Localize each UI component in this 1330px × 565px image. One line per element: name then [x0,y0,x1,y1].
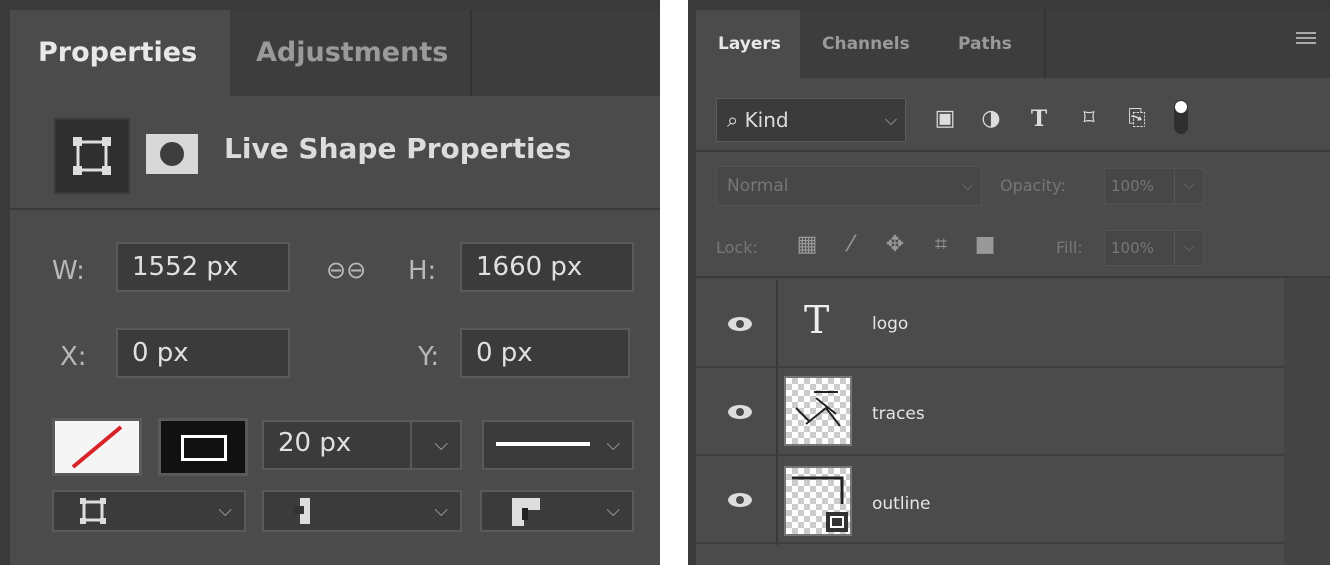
stroke-width-value: 20 px [278,428,352,458]
layer-name: outline [872,494,931,514]
cap-type-dropdown[interactable]: ⌵ [262,490,462,532]
chevron-down-icon: ⌵ [434,500,448,521]
live-shape-icon-button[interactable] [54,118,130,194]
chevron-down-icon: ⌵ [606,434,620,455]
tab-separator [1044,10,1046,78]
y-field[interactable]: 0 px [460,328,630,378]
y-label: Y: [418,342,440,372]
cap-type-icon [294,498,310,524]
tab-channels[interactable]: Channels [822,10,910,78]
opacity-field[interactable]: 100% ⌵ [1104,168,1204,204]
shape-transform-icon [73,137,111,175]
column-separator [776,280,778,545]
visibility-eye-icon[interactable] [726,316,754,332]
traces-thumbnail-icon [795,391,841,427]
layer-thumbnail [784,466,852,536]
adjustment-layer-filter-icon[interactable]: ◑ [978,106,1004,132]
panel-menu-icon[interactable] [1296,32,1316,46]
layers-tab-bar: Layers Channels Paths [696,0,1330,78]
tab-layers[interactable]: Layers [696,10,800,78]
tab-adjustments[interactable]: Adjustments [256,10,448,96]
properties-panel: Properties Adjustments Live Shape Proper… [0,0,660,565]
chevron-down-icon: ⌵ [1174,169,1203,203]
layer-thumbnail [784,376,852,446]
divider [696,150,1330,152]
stroke-width-dropdown[interactable]: 20 px ⌵ [262,420,462,470]
layer-name: logo [872,314,909,334]
solid-line-icon [496,442,590,446]
lock-image-pixels-icon[interactable]: ⁄ [838,232,864,258]
chevron-down-icon: ⌵ [1174,231,1203,265]
layers-scrollbar[interactable] [1284,278,1330,565]
fill-label: Fill: [1056,238,1083,257]
height-label: H: [408,256,437,286]
divider [10,208,660,210]
outline-thumbnail-icon [792,476,848,532]
stroke-swatch[interactable] [158,418,248,476]
x-field[interactable]: 0 px [116,328,290,378]
text-layer-icon: T [804,298,830,342]
divider [696,276,1330,278]
lock-transparent-pixels-icon[interactable]: ▦ [794,232,820,258]
corner-type-icon [512,498,540,526]
fill-field[interactable]: 100% ⌵ [1104,230,1204,266]
lock-artboard-icon[interactable]: ⌗ [928,232,954,258]
layer-row-traces[interactable]: traces [696,368,1330,456]
visibility-eye-icon[interactable] [726,404,754,420]
fill-value: 100% [1111,239,1154,257]
visibility-eye-icon[interactable] [726,492,754,508]
opacity-label: Opacity: [1000,176,1066,195]
chevron-down-icon: ⌵ [884,110,897,129]
smart-object-filter-icon[interactable]: ⎘ [1124,106,1150,132]
fill-swatch[interactable] [52,418,142,476]
blend-mode-value: Normal [727,176,789,196]
pixel-layer-filter-icon[interactable]: ▣ [932,106,958,132]
lock-position-icon[interactable]: ✥ [882,232,908,258]
properties-title: Live Shape Properties [224,132,572,165]
mask-icon-button[interactable] [146,134,198,174]
layer-name: traces [872,404,925,424]
chevron-down-icon: ⌵ [218,500,232,521]
opacity-value: 100% [1111,177,1154,195]
link-icon[interactable]: ⊖⊖ [326,256,366,284]
width-label: W: [52,256,85,286]
layer-row-logo[interactable]: T logo [696,280,1330,368]
lock-all-icon[interactable]: ■ [972,232,998,258]
shape-layer-filter-icon[interactable]: ⌑ [1076,106,1102,132]
blend-mode-dropdown[interactable]: Normal ⌵ [716,166,982,206]
filter-kind-value: Kind [744,108,789,132]
height-field[interactable]: 1660 px [460,242,634,292]
chevron-down-icon: ⌵ [606,500,620,521]
search-icon: ⌕ [727,108,739,132]
corner-type-dropdown[interactable]: ⌵ [480,490,634,532]
x-label: X: [60,342,87,372]
align-stroke-icon [80,498,106,524]
toggle-knob [1175,101,1187,113]
properties-tab-bar: Properties Adjustments [10,0,660,96]
layers-panel: Layers Channels Paths ⌕ Kind ⌵ ▣ ◑ T ⌑ ⎘… [688,0,1330,565]
align-type-dropdown[interactable]: ⌵ [52,490,246,532]
chevron-down-icon: ⌵ [434,434,448,455]
type-layer-filter-icon[interactable]: T [1026,106,1052,132]
tab-properties[interactable]: Properties [10,10,230,96]
filter-kind-dropdown[interactable]: ⌕ Kind ⌵ [716,98,906,142]
chevron-down-icon: ⌵ [962,178,973,194]
tab-paths[interactable]: Paths [958,10,1012,78]
filter-toggle-switch[interactable] [1174,100,1188,134]
layer-row-outline[interactable]: outline [696,456,1330,544]
dropdown-separator [410,422,412,468]
stroke-type-dropdown[interactable]: ⌵ [482,420,634,470]
lock-label: Lock: [716,238,758,257]
no-fill-icon [71,425,123,469]
width-field[interactable]: 1552 px [116,242,290,292]
tab-separator [470,10,472,96]
